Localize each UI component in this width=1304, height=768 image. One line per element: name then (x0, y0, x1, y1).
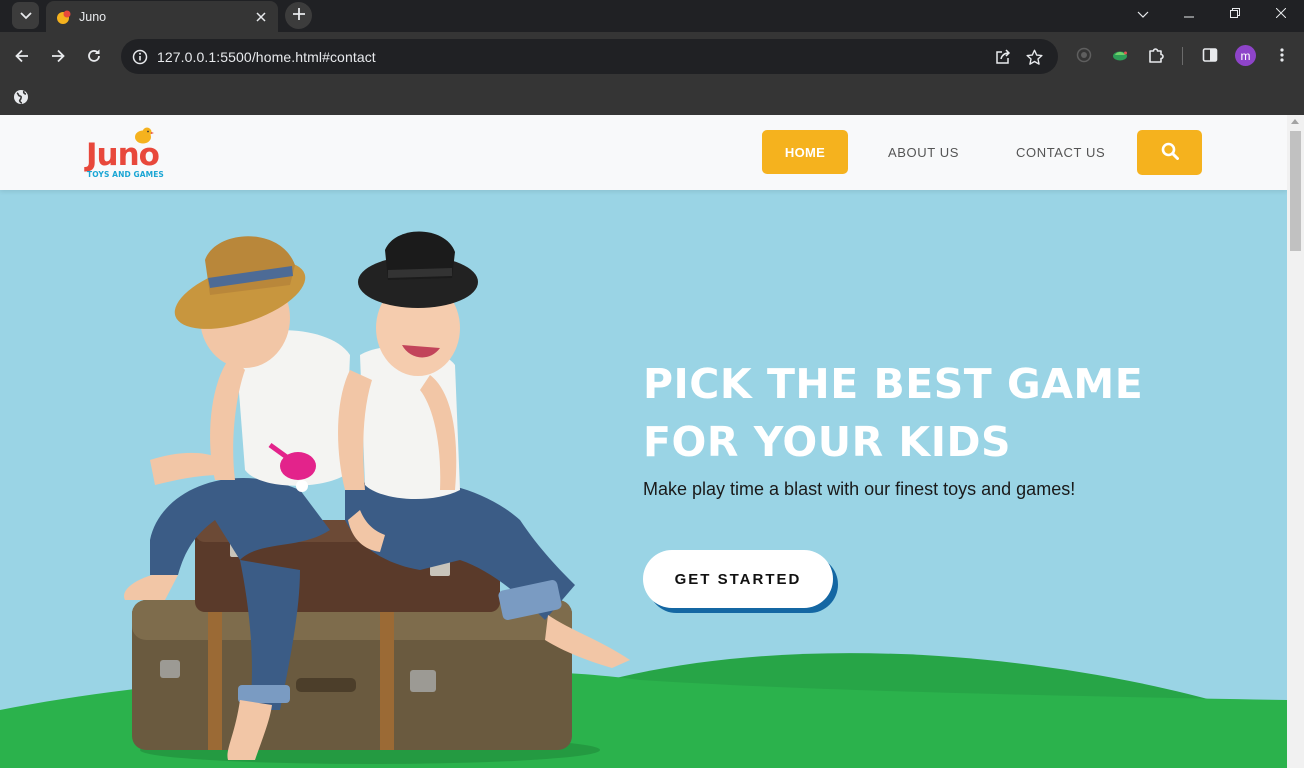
site-info-icon[interactable] (129, 46, 151, 68)
extension-turtle-icon[interactable] (1108, 43, 1132, 67)
minimize-button[interactable] (1166, 0, 1212, 28)
tab-strip: Juno (0, 0, 1304, 32)
nav-about-link[interactable]: ABOUT US (888, 130, 959, 174)
hero-subtitle: Make play time a blast with our finest t… (643, 479, 1076, 499)
globe-icon[interactable] (12, 88, 30, 106)
share-icon[interactable] (992, 46, 1014, 68)
logo-tagline: TOYS AND GAMES (87, 170, 164, 179)
tab-dropdown-button[interactable] (1120, 0, 1166, 28)
reload-button[interactable] (80, 44, 108, 72)
nav-home-link[interactable]: HOME (762, 130, 848, 174)
close-icon (1275, 5, 1287, 23)
browser-tab[interactable]: Juno (46, 1, 278, 32)
bookmark-star-icon[interactable] (1023, 46, 1045, 68)
get-started-button[interactable]: GET STARTED (643, 550, 833, 608)
side-panel-icon[interactable] (1198, 43, 1222, 67)
site-logo[interactable]: Juno TOYS AND GAMES (86, 127, 176, 181)
arrow-right-icon (51, 49, 65, 68)
more-menu-icon[interactable] (1270, 43, 1294, 67)
back-button[interactable] (8, 44, 36, 72)
site-favicon-icon (56, 9, 72, 25)
reload-icon (87, 49, 101, 68)
restore-icon (1230, 5, 1240, 23)
tab-search-button[interactable] (12, 2, 39, 29)
address-bar[interactable]: 127.0.0.1:5500/home.html#contact (121, 39, 1058, 74)
page-scrollbar[interactable] (1287, 115, 1304, 768)
page-viewport: Juno TOYS AND GAMES HOME ABOUT US CONTAC… (0, 115, 1287, 768)
toolbar-divider (1182, 47, 1183, 65)
scrollbar-thumb[interactable] (1290, 131, 1301, 251)
plus-icon (292, 7, 305, 25)
bird-icon (135, 127, 154, 144)
extensions-puzzle-icon[interactable] (1144, 43, 1168, 67)
hero-title-line-2: FOR YOUR KIDS (643, 418, 1012, 466)
extension-record-icon[interactable] (1072, 43, 1096, 67)
new-tab-button[interactable] (285, 2, 312, 29)
scroll-up-arrow-icon[interactable] (1291, 119, 1299, 124)
tab-title: Juno (79, 9, 107, 24)
profile-avatar[interactable]: m (1235, 45, 1256, 66)
hero-title: PICK THE BEST GAME FOR YOUR KIDS (643, 355, 1203, 471)
browser-toolbar: 127.0.0.1:5500/home.html#contact m (0, 32, 1304, 82)
forward-button[interactable] (44, 44, 72, 72)
bottom-suitcase (132, 600, 572, 750)
chevron-down-icon (1137, 5, 1149, 23)
nav-contact-link[interactable]: CONTACT US (1016, 130, 1105, 174)
close-window-button[interactable] (1258, 0, 1304, 28)
minimize-icon (1184, 5, 1194, 23)
close-icon[interactable] (252, 8, 270, 26)
window-controls (1120, 0, 1304, 32)
restore-button[interactable] (1212, 0, 1258, 28)
search-button[interactable] (1137, 130, 1202, 175)
url-text: 127.0.0.1:5500/home.html#contact (157, 49, 376, 65)
search-icon (1161, 142, 1179, 163)
chevron-down-icon (19, 7, 32, 25)
hero-title-line-1: PICK THE BEST GAME (643, 360, 1144, 408)
bookmarks-bar (0, 82, 1304, 115)
site-navbar: Juno TOYS AND GAMES HOME ABOUT US CONTAC… (0, 115, 1287, 190)
arrow-left-icon (15, 49, 29, 68)
